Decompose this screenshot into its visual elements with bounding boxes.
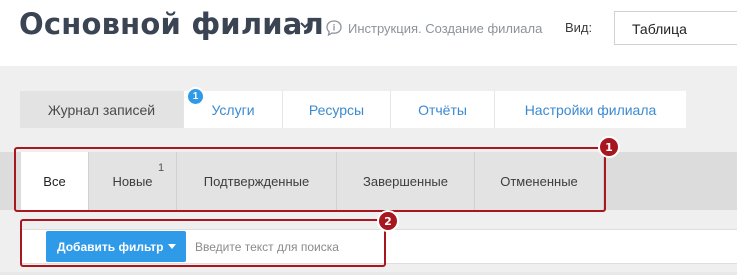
- status-tab-label: Подтвержденные: [203, 173, 310, 189]
- search-input[interactable]: [187, 232, 377, 261]
- view-select[interactable]: Таблица: [614, 11, 737, 45]
- tab-label: Журнал записей: [47, 101, 156, 118]
- view-select-value: Таблица: [632, 21, 687, 37]
- status-tab-label: Новые: [112, 173, 153, 189]
- callout-badge: 1: [598, 136, 620, 158]
- caret-down-icon: [168, 244, 177, 249]
- new-count: 1: [158, 162, 165, 174]
- chat-help-icon[interactable]: i: [325, 19, 343, 37]
- tab-label: Услуги: [211, 101, 255, 118]
- tab-reports[interactable]: Отчёты: [391, 91, 495, 128]
- tab-label: Отчёты: [418, 101, 467, 118]
- status-tab-label: Все: [43, 173, 66, 189]
- main-tabs: Журнал записей Услуги Ресурсы Отчёты Нас…: [20, 87, 686, 128]
- tab-label: Настройки филиала: [524, 101, 657, 118]
- notification-badge: 1: [186, 87, 205, 106]
- view-label: Вид:: [565, 20, 593, 35]
- status-tab-completed[interactable]: Завершенные: [337, 152, 475, 210]
- tab-journal[interactable]: Журнал записей: [20, 91, 184, 128]
- page-header: Основной филиал i Инструкция. Создание ф…: [0, 0, 737, 66]
- tab-label: Ресурсы: [308, 101, 365, 118]
- status-tab-label: Завершенные: [363, 173, 448, 189]
- tab-branch-settings[interactable]: Настройки филиала: [495, 91, 686, 128]
- status-tab-cancelled[interactable]: Отмененные: [475, 152, 604, 210]
- status-tab-all[interactable]: Все: [21, 152, 89, 210]
- add-filter-button[interactable]: Добавить фильтр: [46, 231, 186, 262]
- svg-text:i: i: [333, 23, 336, 33]
- tab-resources[interactable]: Ресурсы: [283, 91, 391, 128]
- add-filter-label: Добавить фильтр: [57, 239, 164, 254]
- page-title: Основной филиал: [19, 7, 324, 41]
- chevron-down-icon[interactable]: [299, 20, 311, 30]
- callout-badge: 2: [377, 210, 399, 232]
- status-tab-new[interactable]: Новые: [89, 152, 177, 210]
- status-tab-confirmed[interactable]: Подтвержденные: [177, 152, 337, 210]
- help-link[interactable]: Инструкция. Создание филиала: [348, 21, 542, 36]
- status-tab-label: Отмененные: [500, 173, 578, 189]
